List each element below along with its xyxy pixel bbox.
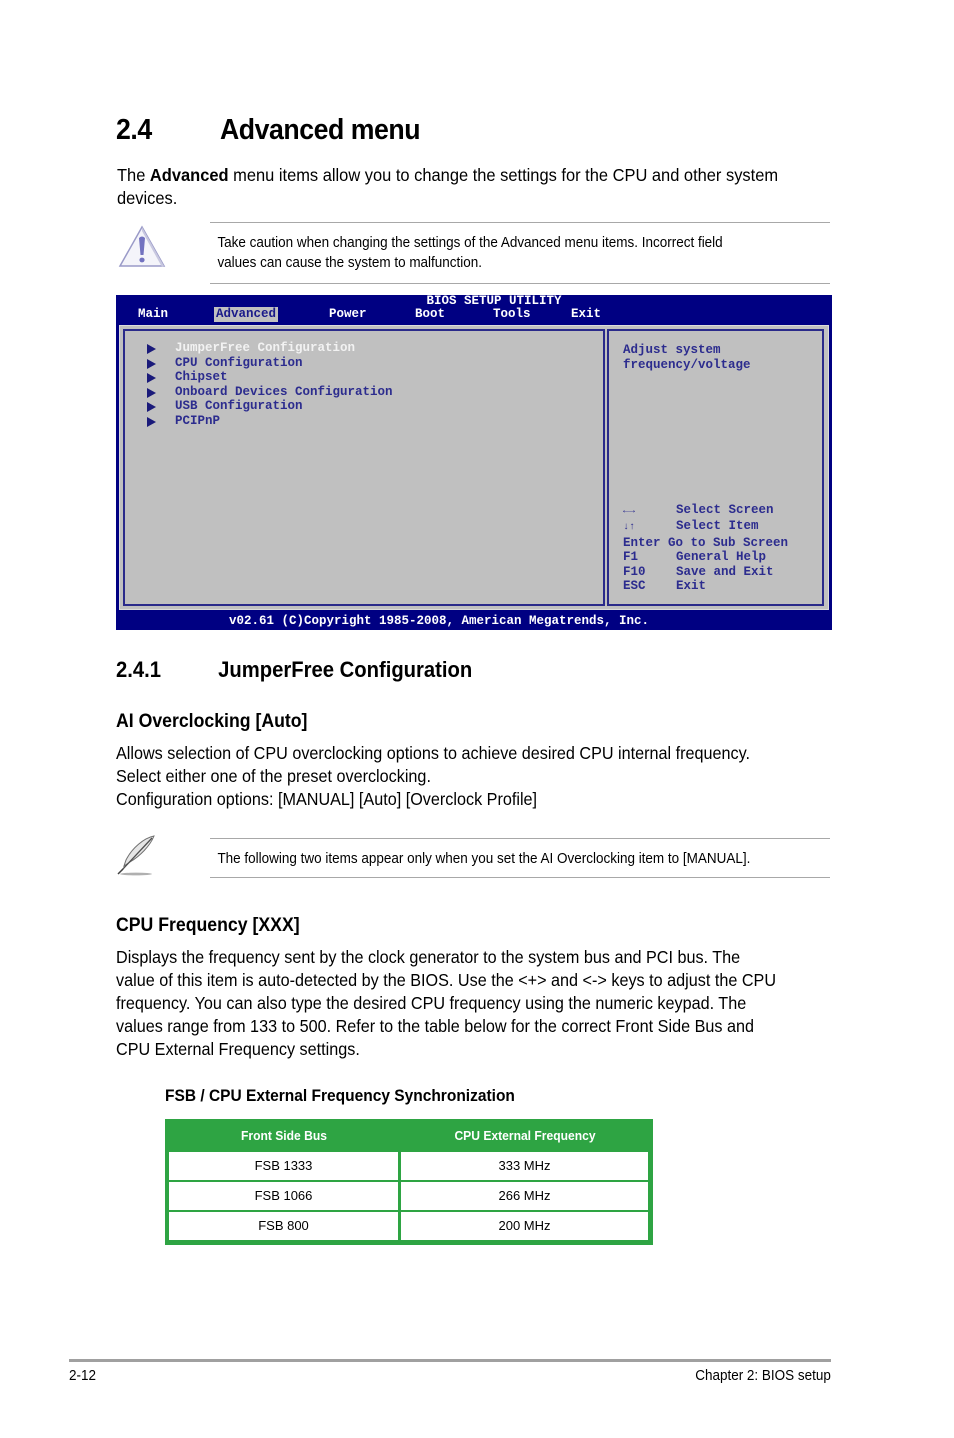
- submenu-arrow-icon: [147, 416, 156, 427]
- note-feather-icon: [114, 834, 160, 876]
- caution-note: Take caution when changing the settings …: [210, 222, 830, 284]
- chapter-title: Chapter 2: BIOS setup: [695, 1368, 831, 1384]
- paragraph-line: frequency. You can also type the desired…: [116, 993, 747, 1013]
- key-row: F1 General Help: [623, 550, 788, 564]
- subsection-title: JumperFree Configuration: [218, 657, 473, 682]
- footer-rule: [69, 1359, 831, 1362]
- fsb-table: Front Side Bus CPU External Frequency FS…: [165, 1119, 653, 1245]
- bios-help-text: Adjust system frequency/voltage: [623, 343, 751, 373]
- bios-item-pcipnp[interactable]: PCIPnP: [147, 414, 220, 429]
- bios-tab-advanced[interactable]: Advanced: [214, 307, 279, 322]
- bios-tab-exit[interactable]: Exit: [571, 307, 601, 322]
- key-label: F1: [623, 550, 639, 565]
- bios-item-chipset[interactable]: Chipset: [147, 370, 228, 385]
- key-row: F10 Save and Exit: [623, 565, 788, 579]
- bios-panel: JumperFree Configuration CPU Configurati…: [119, 325, 829, 610]
- section-intro: The Advanced menu items allow you to cha…: [117, 164, 794, 210]
- key-action: Go to Sub Screen: [668, 535, 789, 550]
- caution-line-1: Take caution when changing the settings …: [217, 235, 723, 251]
- paragraph-line: Allows selection of CPU overclocking opt…: [116, 743, 751, 763]
- paragraph-line: values range from 133 to 500. Refer to t…: [116, 1016, 754, 1036]
- left-right-arrows-icon: ←→: [623, 506, 636, 517]
- key-action: Save and Exit: [676, 564, 774, 579]
- bios-item-label: JumperFree Configuration: [175, 341, 356, 355]
- submenu-arrow-icon: [147, 358, 156, 369]
- bios-item-label: USB Configuration: [175, 399, 303, 413]
- key-action: General Help: [676, 550, 767, 565]
- ai-overclocking-description: Allows selection of CPU overclocking opt…: [116, 742, 801, 811]
- key-row: Enter Go to Sub Screen: [623, 536, 788, 550]
- bios-tab-tools[interactable]: Tools: [493, 307, 531, 322]
- manual-note: The following two items appear only when…: [210, 838, 830, 878]
- bios-tab-boot[interactable]: Boot: [415, 307, 445, 322]
- help-line-2: frequency/voltage: [623, 358, 751, 372]
- key-row: ←→ Select Screen: [623, 503, 788, 519]
- section-title: Advanced menu: [219, 114, 421, 146]
- submenu-arrow-icon: [147, 402, 156, 412]
- cpu-frequency-heading: CPU Frequency [XXX]: [116, 915, 300, 936]
- bios-item-cpu-configuration[interactable]: CPU Configuration: [147, 356, 303, 371]
- table-cell: 200 MHz: [401, 1212, 648, 1240]
- subsection-heading: 2.4.1 JumperFree Configuration: [116, 657, 472, 683]
- table-cell: 266 MHz: [401, 1182, 648, 1210]
- up-down-arrows-icon: ↓↑: [623, 522, 636, 534]
- key-action: Select Item: [676, 519, 759, 534]
- bios-item-jumperfree[interactable]: JumperFree Configuration: [147, 341, 355, 356]
- key-label: ESC: [623, 579, 646, 594]
- bios-screen: BIOS SETUP UTILITY Main Advanced Power B…: [116, 295, 832, 630]
- key-action: Exit: [676, 579, 707, 594]
- bios-tab-main[interactable]: Main: [138, 307, 168, 322]
- submenu-arrow-icon: [147, 387, 156, 398]
- submenu-arrow-icon: [147, 373, 156, 383]
- bios-key-legend: ←→ Select Screen ↓↑ Select Item Enter Go t…: [623, 503, 788, 593]
- table-header-cpu-freq: CPU External Frequency: [454, 1128, 596, 1143]
- submenu-arrow-icon: [147, 344, 156, 354]
- table-cell: 333 MHz: [401, 1152, 648, 1180]
- paragraph-line: Select either one of the preset overcloc…: [116, 766, 431, 786]
- bios-item-label: Chipset: [175, 370, 228, 384]
- subsection-number: 2.4.1: [116, 657, 162, 682]
- paragraph-line: CPU External Frequency settings.: [116, 1039, 360, 1059]
- key-row: ↓↑ Select Item: [623, 519, 788, 535]
- section-number: 2.4: [116, 114, 152, 146]
- table-cell: FSB 1066: [169, 1182, 398, 1210]
- key-action: Select Screen: [676, 503, 774, 517]
- bios-item-usb-configuration[interactable]: USB Configuration: [147, 399, 303, 414]
- bios-item-label: CPU Configuration: [175, 355, 303, 370]
- table-cell: FSB 800: [169, 1212, 398, 1240]
- table-header-fsb: Front Side Bus: [241, 1128, 327, 1143]
- intro-prefix: The: [117, 165, 150, 185]
- paragraph-line: value of this item is auto-detected by t…: [116, 970, 777, 990]
- paragraph-line: Configuration options: [MANUAL] [Auto] […: [116, 789, 538, 809]
- caution-line-2: values can cause the system to malfuncti…: [217, 255, 483, 271]
- key-label: F10: [623, 564, 646, 579]
- section-heading: 2.4 Advanced menu: [116, 114, 421, 147]
- bios-item-label: Onboard Devices Configuration: [175, 384, 393, 399]
- table-caption: FSB / CPU External Frequency Synchroniza…: [165, 1087, 515, 1105]
- table-cell: FSB 1333: [169, 1152, 398, 1180]
- bios-item-label: PCIPnP: [175, 413, 221, 428]
- key-label: Enter: [623, 535, 661, 550]
- bios-tab-power[interactable]: Power: [329, 307, 367, 322]
- manual-note-text: The following two items appear only when…: [217, 851, 751, 867]
- intro-bold: Advanced: [149, 165, 229, 185]
- paragraph-line: Displays the frequency sent by the clock…: [116, 947, 741, 967]
- cpu-frequency-description: Displays the frequency sent by the clock…: [116, 946, 801, 1061]
- bios-item-list: JumperFree Configuration CPU Configurati…: [123, 329, 605, 606]
- bios-menubar: Main Advanced Power Boot Tools Exit: [116, 307, 832, 322]
- key-row: ESC Exit: [623, 579, 788, 593]
- page-number: 2-12: [69, 1368, 96, 1384]
- warning-triangle-icon: [118, 224, 166, 268]
- bios-copyright: v02.61 (C)Copyright 1985-2008, American …: [228, 614, 650, 628]
- bios-item-onboard-devices[interactable]: Onboard Devices Configuration: [147, 385, 393, 400]
- ai-overclocking-heading: AI Overclocking [Auto]: [116, 711, 308, 732]
- bios-help-pane: Adjust system frequency/voltage ←→ Select …: [607, 329, 824, 606]
- help-line-1: Adjust system: [623, 343, 721, 357]
